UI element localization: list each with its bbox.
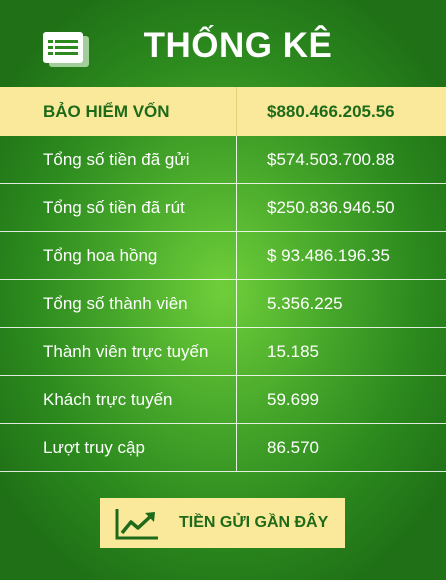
stats-row-total-withdrawn: Tổng số tiền đã rút $250.836.946.50 xyxy=(0,184,446,232)
stats-table: BẢO HIỂM VỐN $880.466.205.56 Tổng số tiề… xyxy=(0,87,446,472)
trending-up-chart-icon xyxy=(115,509,158,540)
stats-row-visits: Lượt truy cập 86.570 xyxy=(0,424,446,472)
stats-label: Thành viên trực tuyến xyxy=(0,328,237,375)
stats-label: BẢO HIỂM VỐN xyxy=(0,87,237,136)
stats-label: Lượt truy cập xyxy=(0,424,237,471)
stats-row-guests-online: Khách trực tuyến 59.699 xyxy=(0,376,446,424)
stats-row-members-online: Thành viên trực tuyến 15.185 xyxy=(0,328,446,376)
stats-header: THỐNG KÊ xyxy=(0,0,446,86)
stats-value: 59.699 xyxy=(267,389,319,409)
stats-value: 86.570 xyxy=(267,437,319,457)
recent-deposits-button[interactable]: TIỀN GỬI GẦN ĐÂY xyxy=(100,498,345,548)
recent-deposits-label: TIỀN GỬI GẦN ĐÂY xyxy=(179,514,329,531)
page-title: THỐNG KÊ xyxy=(143,26,333,65)
stats-label: Tổng số tiền đã rút xyxy=(0,184,237,231)
stats-label: Tổng hoa hồng xyxy=(0,232,237,279)
stats-label: Khách trực tuyến xyxy=(0,376,237,423)
stats-value: $ 93.486.196.35 xyxy=(267,245,390,265)
stats-label: Tổng số thành viên xyxy=(0,280,237,327)
stats-value: $574.503.700.88 xyxy=(267,149,395,169)
stats-value: $250.836.946.50 xyxy=(267,197,395,217)
stats-row-total-deposited: Tổng số tiền đã gửi $574.503.700.88 xyxy=(0,136,446,184)
stats-row-total-commission: Tổng hoa hồng $ 93.486.196.35 xyxy=(0,232,446,280)
stats-value: 5.356.225 xyxy=(267,293,343,313)
stats-row-capital-insurance: BẢO HIỂM VỐN $880.466.205.56 xyxy=(0,87,446,136)
stats-value: 15.185 xyxy=(267,341,319,361)
stats-label: Tổng số tiền đã gửi xyxy=(0,136,237,183)
stats-row-total-members: Tổng số thành viên 5.356.225 xyxy=(0,280,446,328)
stats-value: $880.466.205.56 xyxy=(267,101,395,121)
